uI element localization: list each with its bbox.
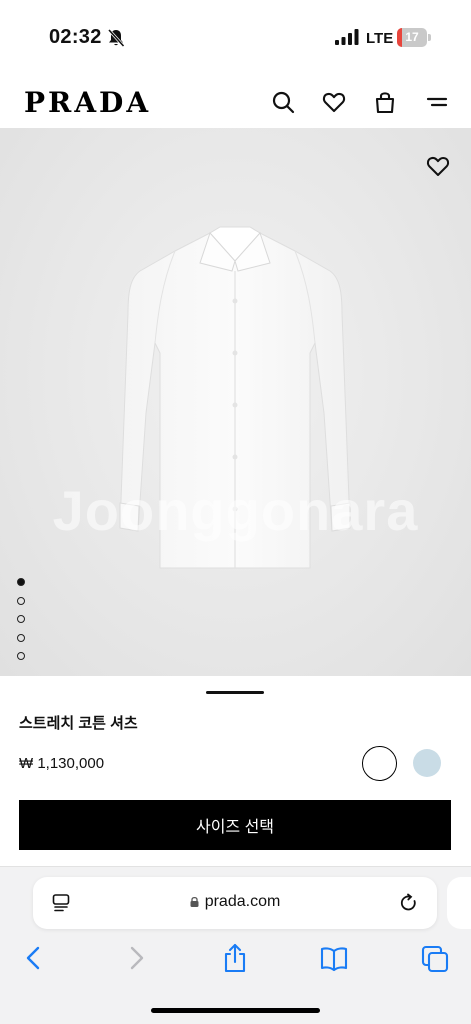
signal-icon: [335, 29, 359, 45]
product-name: 스트레치 코튼 셔츠: [19, 715, 138, 732]
sheet-handle[interactable]: [206, 691, 264, 694]
back-icon[interactable]: [20, 943, 48, 973]
wishlist-heart-icon[interactable]: [426, 154, 450, 178]
home-indicator: [151, 1008, 320, 1013]
image-pagination: [17, 578, 27, 671]
status-bar: 02:32 LTE 17: [0, 0, 471, 72]
product-price: ₩ 1,130,000: [19, 755, 105, 772]
url-display[interactable]: prada.com: [33, 893, 437, 911]
brand-logo[interactable]: PRADA: [24, 86, 151, 119]
bell-off-icon: [107, 28, 125, 48]
site-header: PRADA: [0, 78, 471, 128]
watermark: Joonggonara: [52, 479, 419, 542]
battery-level: 17: [405, 30, 419, 44]
pagination-dot[interactable]: [17, 615, 25, 623]
pagination-dot[interactable]: [17, 652, 25, 660]
next-tab-peek[interactable]: [447, 877, 471, 929]
lock-icon: [190, 896, 199, 907]
battery-icon: 17: [397, 28, 431, 47]
pagination-dot[interactable]: [17, 633, 25, 642]
share-icon[interactable]: [221, 943, 249, 973]
heart-icon[interactable]: [322, 90, 346, 114]
color-swatch-light-blue[interactable]: [413, 749, 441, 777]
status-time: 02:32: [49, 26, 102, 48]
select-size-button[interactable]: 사이즈 선택: [19, 800, 451, 850]
tabs-icon[interactable]: [421, 943, 449, 973]
color-swatch-white[interactable]: [362, 746, 397, 781]
bookmarks-icon[interactable]: [320, 943, 348, 973]
product-image[interactable]: Joonggonara: [0, 128, 471, 676]
address-bar[interactable]: prada.com: [33, 877, 437, 929]
pagination-dot[interactable]: [17, 596, 25, 605]
menu-icon[interactable]: [425, 90, 449, 114]
forward-icon[interactable]: [122, 943, 150, 973]
network-type: LTE: [366, 30, 394, 47]
search-icon[interactable]: [271, 90, 295, 114]
browser-toolbar: prada.com: [0, 866, 471, 1024]
reload-icon[interactable]: [399, 893, 419, 913]
shopping-bag-icon[interactable]: [373, 90, 397, 114]
url-text: prada.com: [204, 893, 281, 910]
pagination-dot[interactable]: [17, 578, 25, 586]
